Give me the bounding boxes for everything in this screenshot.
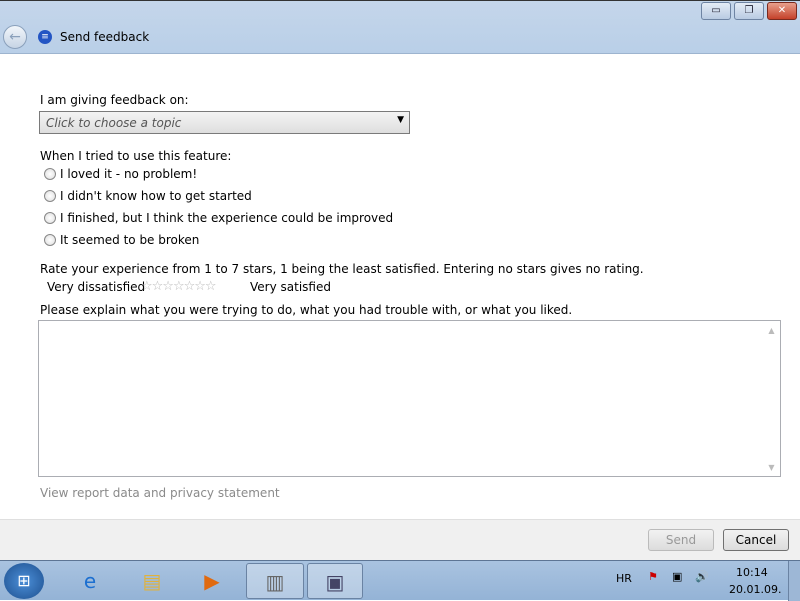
rating-label: Rate your experience from 1 to 7 stars, … [40,262,644,276]
topic-dropdown[interactable]: Click to choose a topic ▼ [39,111,410,134]
send-button[interactable]: Send [648,529,714,551]
rating-high-label: Very satisfied [250,280,331,294]
taskbar-app-feedback[interactable]: ▣ [307,563,363,599]
radio-loved-it[interactable]: I loved it - no problem! [44,167,197,181]
privacy-link[interactable]: View report data and privacy statement [40,486,280,500]
restore-button[interactable]: ❐ [734,2,764,20]
taskbar: ⊞ e ▤ ▶ ▥ ▣ HR ⚑ ▣ 🔊 10:14 20.01.09. [0,560,800,601]
start-button[interactable]: ⊞ [4,563,44,599]
experience-label: When I tried to use this feature: [40,149,232,163]
show-desktop-button[interactable] [788,561,800,601]
radio-label: I finished, but I think the experience c… [60,211,394,225]
minimize-button[interactable]: ▭ [701,2,731,20]
volume-icon[interactable]: 🔊 [695,570,709,583]
title-bar: ▭ ❐ ✕ ← ≡ Send feedback [0,0,800,54]
radio-broken[interactable]: It seemed to be broken [44,233,199,247]
explain-label: Please explain what you were trying to d… [40,303,573,317]
radio-label: I loved it - no problem! [60,167,198,181]
close-button[interactable]: ✕ [767,2,797,20]
topic-placeholder: Click to choose a topic [46,116,182,130]
media-player-icon[interactable]: ▶ [190,563,234,599]
radio-could-be-improved[interactable]: I finished, but I think the experience c… [44,211,393,225]
chevron-down-icon: ▼ [397,115,404,125]
radio-label: It seemed to be broken [60,233,200,247]
radio-label: I didn't know how to get started [60,189,252,203]
internet-explorer-icon[interactable]: e [68,563,112,599]
star-rating[interactable]: ☆☆☆☆☆☆☆ [141,279,217,294]
rating-low-label: Very dissatisfied [47,280,146,294]
cancel-button[interactable]: Cancel [723,529,789,551]
clock-date[interactable]: 20.01.09. [729,583,781,596]
feedback-textarea[interactable]: ▲ ▼ [38,320,781,477]
window-title: Send feedback [60,30,150,44]
clock-time[interactable]: 10:14 [736,566,768,579]
explorer-icon[interactable]: ▤ [130,563,174,599]
action-center-icon[interactable]: ⚑ [648,570,658,583]
language-indicator[interactable]: HR [616,572,632,585]
network-icon[interactable]: ▣ [672,570,682,583]
feedback-icon: ≡ [38,30,52,44]
taskbar-app-server[interactable]: ▥ [246,563,304,599]
radio-didnt-know[interactable]: I didn't know how to get started [44,189,252,203]
back-button[interactable]: ← [3,25,27,49]
scrollbar[interactable]: ▲ ▼ [763,321,780,476]
topic-label: I am giving feedback on: [40,93,189,107]
